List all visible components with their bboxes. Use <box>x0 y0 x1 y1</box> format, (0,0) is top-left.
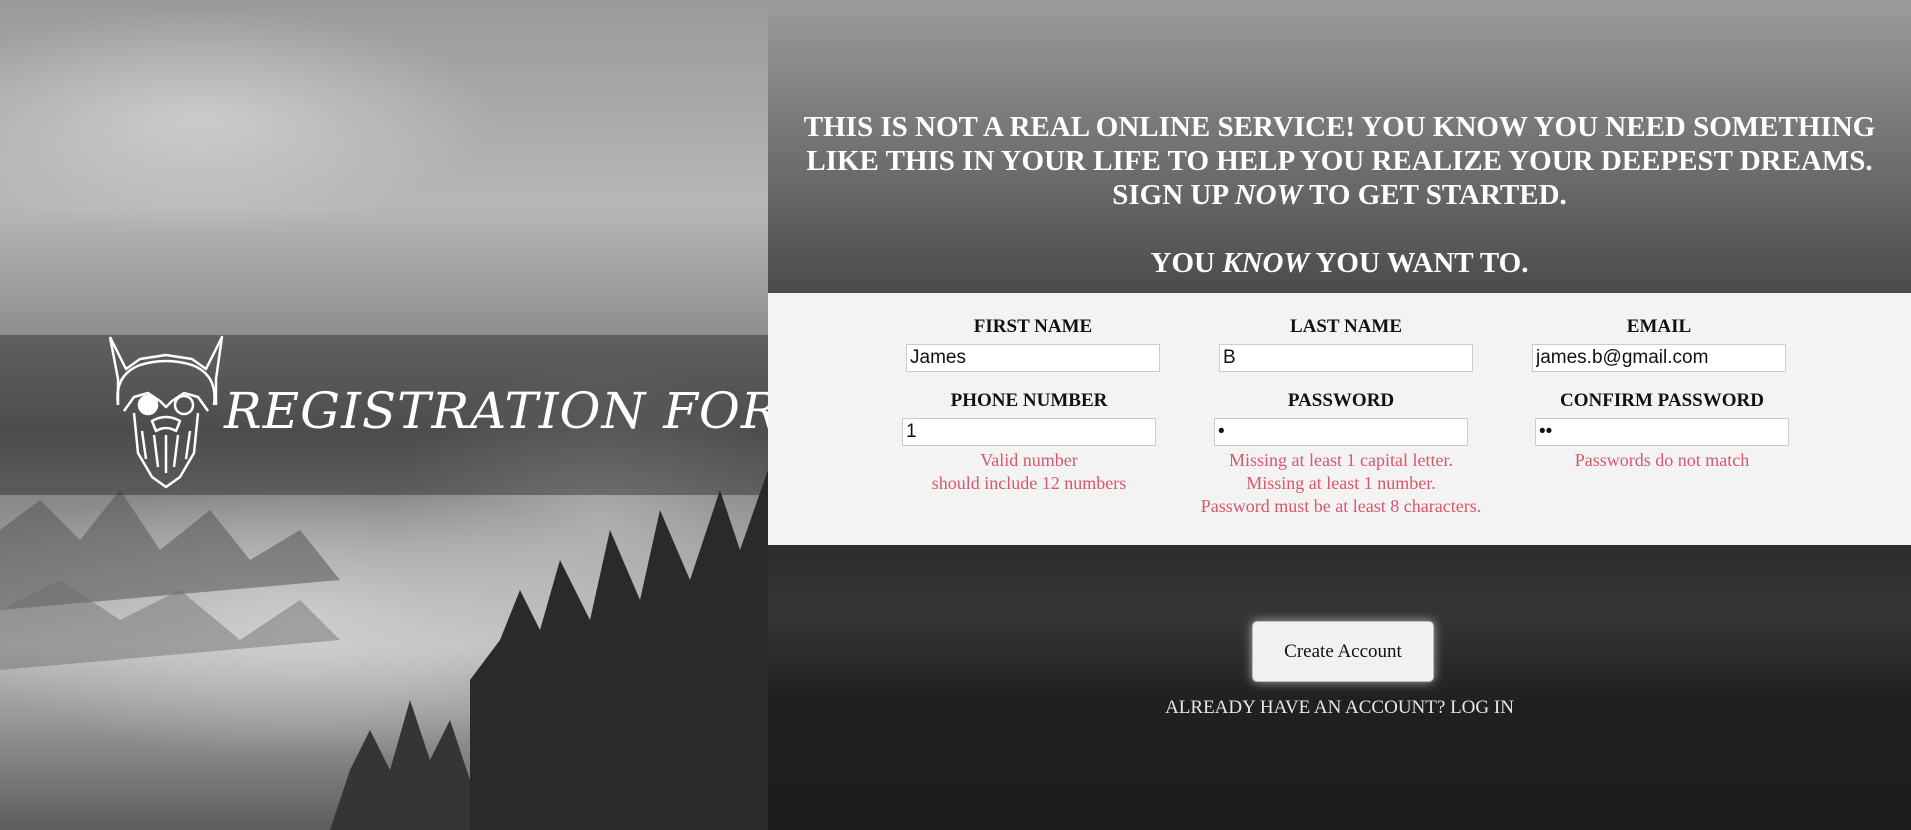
phone-number-label: PHONE NUMBER <box>950 390 1108 411</box>
last-name-input[interactable] <box>1219 344 1473 372</box>
confirm-password-input[interactable] <box>1535 418 1789 446</box>
confirm-password-error: Passwords do not match <box>1534 449 1790 472</box>
password-field: PASSWORD Missing at least 1 capital lett… <box>1178 390 1504 518</box>
first-name-input[interactable] <box>906 344 1160 372</box>
first-name-label: FIRST NAME <box>973 316 1093 337</box>
error-message: Missing at least 1 number. <box>1246 473 1436 493</box>
phone-number-error: Valid number should include 12 numbers <box>901 449 1157 495</box>
login-link[interactable]: ALREADY HAVE AN ACCOUNT? LOG IN <box>768 697 1911 719</box>
first-name-field: FIRST NAME <box>905 316 1161 372</box>
password-input[interactable] <box>1214 418 1468 446</box>
confirm-password-field: CONFIRM PASSWORD Passwords do not match <box>1534 390 1790 472</box>
headline-line-4: YOU KNOW YOU WANT TO. <box>768 246 1911 280</box>
headline: THIS IS NOT A REAL ONLINE SERVICE! YOU K… <box>768 110 1911 280</box>
bearded-helmet-logo-icon <box>108 335 224 489</box>
last-name-field: LAST NAME <box>1218 316 1474 372</box>
email-input[interactable] <box>1532 344 1786 372</box>
create-account-button[interactable]: Create Account <box>1252 621 1434 682</box>
headline-text: YOU <box>1150 247 1223 279</box>
registration-form: FIRST NAME LAST NAME EMAIL PHONE NUMBER … <box>768 293 1911 545</box>
actions-section: Create Account ALREADY HAVE AN ACCOUNT? … <box>768 545 1911 830</box>
password-label: PASSWORD <box>1287 390 1395 411</box>
forest-background <box>0 470 768 830</box>
phone-number-input[interactable] <box>902 418 1156 446</box>
confirm-password-label: CONFIRM PASSWORD <box>1560 390 1764 411</box>
headline-text: SIGN UP <box>1112 179 1235 211</box>
headline-text: TO GET STARTED. <box>1302 179 1567 211</box>
last-name-label: LAST NAME <box>1289 316 1403 337</box>
headline-emphasis: KNOW <box>1222 247 1310 279</box>
error-message: Missing at least 1 capital letter. <box>1229 450 1453 470</box>
headline-emphasis: NOW <box>1234 179 1303 211</box>
error-message: Valid number <box>980 450 1078 470</box>
registration-form-title: REGISTRATION FORM <box>224 382 768 440</box>
password-error: Missing at least 1 capital letter. Missi… <box>1178 449 1504 518</box>
error-message: should include 12 numbers <box>931 473 1127 493</box>
email-field: EMAIL <box>1531 316 1787 372</box>
headline-text: YOU WANT TO. <box>1309 247 1529 279</box>
error-message: Passwords do not match <box>1574 450 1750 470</box>
headline-line-2: LIKE THIS IN YOUR LIFE TO HELP YOU REALI… <box>806 145 1873 177</box>
headline-section: THIS IS NOT A REAL ONLINE SERVICE! YOU K… <box>768 0 1911 293</box>
headline-line-1: THIS IS NOT A REAL ONLINE SERVICE! YOU K… <box>803 111 1876 143</box>
right-panel: THIS IS NOT A REAL ONLINE SERVICE! YOU K… <box>768 0 1911 830</box>
hero-panel: REGISTRATION FORM <box>0 0 768 830</box>
headline-line-3: SIGN UP NOW TO GET STARTED. <box>768 178 1911 212</box>
email-label: EMAIL <box>1626 316 1692 337</box>
error-message: Password must be at least 8 characters. <box>1200 496 1482 516</box>
phone-number-field: PHONE NUMBER Valid number should include… <box>901 390 1157 495</box>
